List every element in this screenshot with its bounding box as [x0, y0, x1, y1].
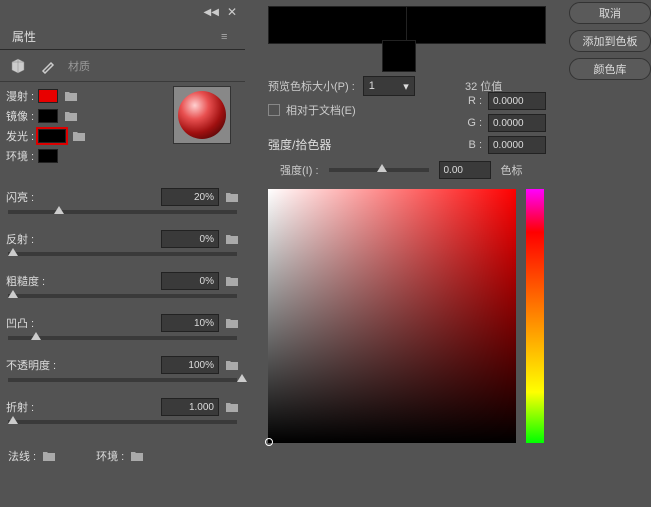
relative-label: 相对于文档(E) [286, 102, 356, 118]
g32-label: G : [462, 117, 482, 129]
slider-label-3: 凹凸 : [6, 315, 66, 331]
cube-tool-icon[interactable] [8, 56, 28, 76]
swatch-label: 色标 [501, 162, 523, 178]
r32-label: R : [462, 95, 482, 107]
folder-icon[interactable] [72, 130, 86, 142]
color-current-chip [382, 40, 416, 72]
slider-label-1: 反射 : [6, 231, 66, 247]
slider-track-1[interactable] [8, 252, 237, 256]
material-preview [173, 86, 231, 144]
relative-checkbox[interactable] [268, 104, 280, 116]
collapse-icon[interactable]: ◀◀ [204, 7, 219, 18]
color-preview-before [268, 6, 408, 44]
brush-tool-icon[interactable] [38, 56, 58, 76]
sphere-icon [178, 91, 226, 139]
preview-size-select[interactable]: 1 ▾ [363, 76, 415, 96]
close-icon[interactable]: ✕ [227, 5, 237, 19]
intensity-slider[interactable] [329, 168, 429, 172]
folder-icon[interactable] [225, 275, 239, 287]
folder-icon[interactable] [225, 359, 239, 371]
tool-label: 材质 [68, 58, 90, 74]
preview-size-label: 预览色标大小(P) : [268, 78, 355, 94]
diffuse-swatch[interactable] [38, 89, 58, 103]
picker-section-title: 强度/拾色器 [268, 136, 651, 153]
color-lib-button[interactable]: 颜色库 [569, 58, 651, 80]
slider-input-2[interactable] [161, 272, 219, 290]
diffuse-label: 漫射 : [6, 88, 38, 104]
folder-icon[interactable] [42, 450, 56, 462]
panel-title[interactable]: 属性 [0, 24, 48, 49]
slider-label-0: 闪亮 : [6, 189, 66, 205]
slider-track-2[interactable] [8, 294, 237, 298]
slider-input-5[interactable] [161, 398, 219, 416]
add-swatch-button[interactable]: 添加到色板 [569, 30, 651, 52]
slider-input-3[interactable] [161, 314, 219, 332]
b32-label: B : [462, 139, 482, 151]
folder-icon[interactable] [64, 90, 78, 102]
cancel-button[interactable]: 取消 [569, 2, 651, 24]
ambient-label: 环境 : [6, 148, 38, 164]
slider-track-5[interactable] [8, 420, 237, 424]
glow-swatch[interactable] [38, 129, 66, 143]
folder-icon[interactable] [225, 401, 239, 413]
hue-slider[interactable] [526, 189, 544, 443]
slider-input-0[interactable] [161, 188, 219, 206]
specular-swatch[interactable] [38, 109, 58, 123]
env-label: 环境 : [96, 448, 124, 464]
slider-track-3[interactable] [8, 336, 237, 340]
b32-input[interactable] [488, 136, 546, 154]
preview-size-value: 1 [369, 80, 375, 92]
normal-label: 法线 : [8, 448, 36, 464]
color-preview-after [406, 6, 546, 44]
folder-icon[interactable] [225, 191, 239, 203]
ambient-swatch[interactable] [38, 149, 58, 163]
glow-label: 发光 : [6, 128, 38, 144]
intensity-label: 强度(I) : [280, 162, 319, 178]
intensity-input[interactable] [439, 161, 491, 179]
folder-icon[interactable] [64, 110, 78, 122]
slider-label-2: 粗糙度 : [6, 273, 66, 289]
slider-label-5: 折射 : [6, 399, 66, 415]
sv-picker[interactable] [268, 189, 516, 443]
folder-icon[interactable] [225, 233, 239, 245]
slider-track-4[interactable] [8, 378, 237, 382]
folder-icon[interactable] [130, 450, 144, 462]
r32-input[interactable] [488, 92, 546, 110]
g32-input[interactable] [488, 114, 546, 132]
slider-track-0[interactable] [8, 210, 237, 214]
slider-input-4[interactable] [161, 356, 219, 374]
specular-label: 镜像 : [6, 108, 38, 124]
slider-input-1[interactable] [161, 230, 219, 248]
folder-icon[interactable] [225, 317, 239, 329]
slider-label-4: 不透明度 : [6, 357, 66, 373]
panel-menu-icon[interactable]: ≡ [221, 31, 237, 43]
chevron-down-icon: ▾ [403, 80, 409, 93]
sv-cursor [265, 438, 273, 446]
